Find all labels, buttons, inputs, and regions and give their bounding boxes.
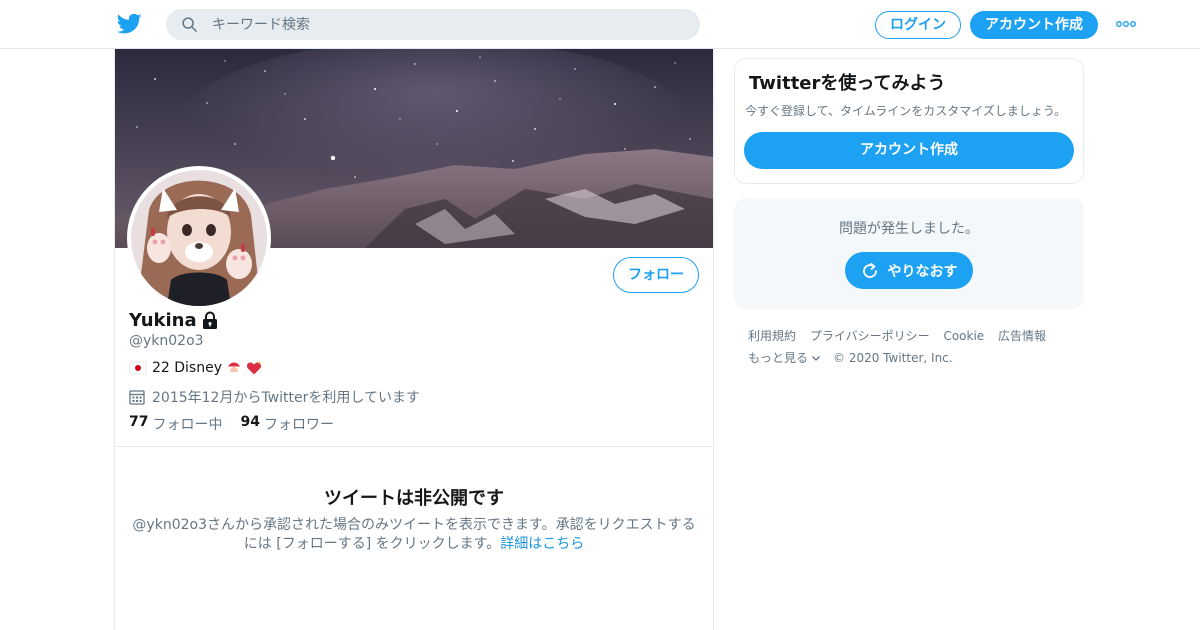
signup-card-description: 今すぐ登録して、タイムラインをカスタマイズしましょう。	[745, 104, 1067, 118]
private-tweets-title: ツイートは非公開です	[324, 488, 504, 509]
section-divider	[115, 446, 713, 447]
lock-icon	[202, 311, 217, 329]
top-navigation-bar: ログイン アカウント作成	[0, 0, 1200, 49]
more-dots-icon[interactable]	[1116, 20, 1136, 28]
footer-copyright: © 2020 Twitter, Inc.	[833, 351, 953, 365]
sparkling-heart-icon	[246, 360, 262, 375]
signup-card: Twitterを使ってみよう 今すぐ登録して、タイムラインをカスタマイズしましょ…	[734, 58, 1084, 184]
profile-stats: 77 フォロー中 94 フォロワー	[129, 414, 352, 434]
santa-face-icon	[228, 361, 242, 375]
followers-count: 94	[240, 414, 260, 430]
footer-link-cookie[interactable]: Cookie	[943, 329, 984, 343]
signup-button[interactable]: アカウント作成	[970, 11, 1098, 39]
retry-label: やりなおす	[887, 263, 958, 280]
signup-card-button[interactable]: アカウント作成	[744, 132, 1074, 169]
login-button[interactable]: ログイン	[875, 11, 961, 39]
profile-handle: @ykn02o3	[129, 333, 204, 349]
profile-bio: 22 Disney	[129, 359, 262, 377]
error-message: 問題が発生しました。	[839, 221, 979, 237]
sidebar-footer: 利用規約 プライバシーポリシー Cookie 広告情報 もっと見る © 2020…	[748, 325, 1088, 369]
signup-card-title: Twitterを使ってみよう	[749, 73, 946, 94]
footer-link-ads[interactable]: 広告情報	[998, 329, 1046, 343]
followers-stat[interactable]: 94 フォロワー	[240, 414, 333, 434]
join-date-text: 2015年12月からTwitterを利用しています	[152, 390, 420, 406]
private-tweets-description: @ykn02o3さんから承認された場合のみツイートを表示できます。承認をリクエス…	[131, 516, 697, 554]
refresh-icon	[862, 262, 877, 278]
twitter-bird-icon[interactable]	[117, 13, 142, 35]
following-label: フォロー中	[152, 417, 223, 433]
japan-flag-icon	[129, 361, 147, 375]
profile-column: フォロー Yukina @ykn02o3 22 Disney 2015年12月か…	[114, 49, 714, 630]
footer-link-terms[interactable]: 利用規約	[748, 329, 796, 343]
private-desc-text: @ykn02o3さんから承認された場合のみツイートを表示できます。承認をリクエス…	[132, 517, 696, 552]
search-icon	[182, 17, 197, 32]
footer-more-link[interactable]: もっと見る	[748, 347, 808, 369]
profile-name: Yukina	[129, 310, 219, 331]
followers-label: フォロワー	[263, 417, 334, 433]
profile-join-date: 2015年12月からTwitterを利用しています	[129, 387, 420, 407]
error-card: 問題が発生しました。 やりなおす	[734, 198, 1084, 309]
following-count: 77	[129, 414, 149, 430]
follow-button[interactable]: フォロー	[613, 257, 699, 293]
search-input[interactable]	[212, 9, 682, 40]
profile-display-name: Yukina	[129, 310, 197, 331]
footer-meta-row: もっと見る © 2020 Twitter, Inc.	[748, 347, 1088, 369]
calendar-icon	[129, 390, 145, 405]
bio-text: 22 Disney	[152, 360, 222, 376]
search-bar[interactable]	[166, 9, 700, 40]
retry-button[interactable]: やりなおす	[845, 252, 973, 289]
footer-links-row: 利用規約 プライバシーポリシー Cookie 広告情報	[748, 325, 1088, 347]
following-stat[interactable]: 77 フォロー中	[129, 414, 222, 434]
chevron-down-icon[interactable]	[811, 353, 821, 363]
footer-link-privacy[interactable]: プライバシーポリシー	[810, 329, 930, 343]
profile-avatar[interactable]	[127, 166, 271, 310]
learn-more-link[interactable]: 詳細はこちら	[500, 536, 584, 552]
